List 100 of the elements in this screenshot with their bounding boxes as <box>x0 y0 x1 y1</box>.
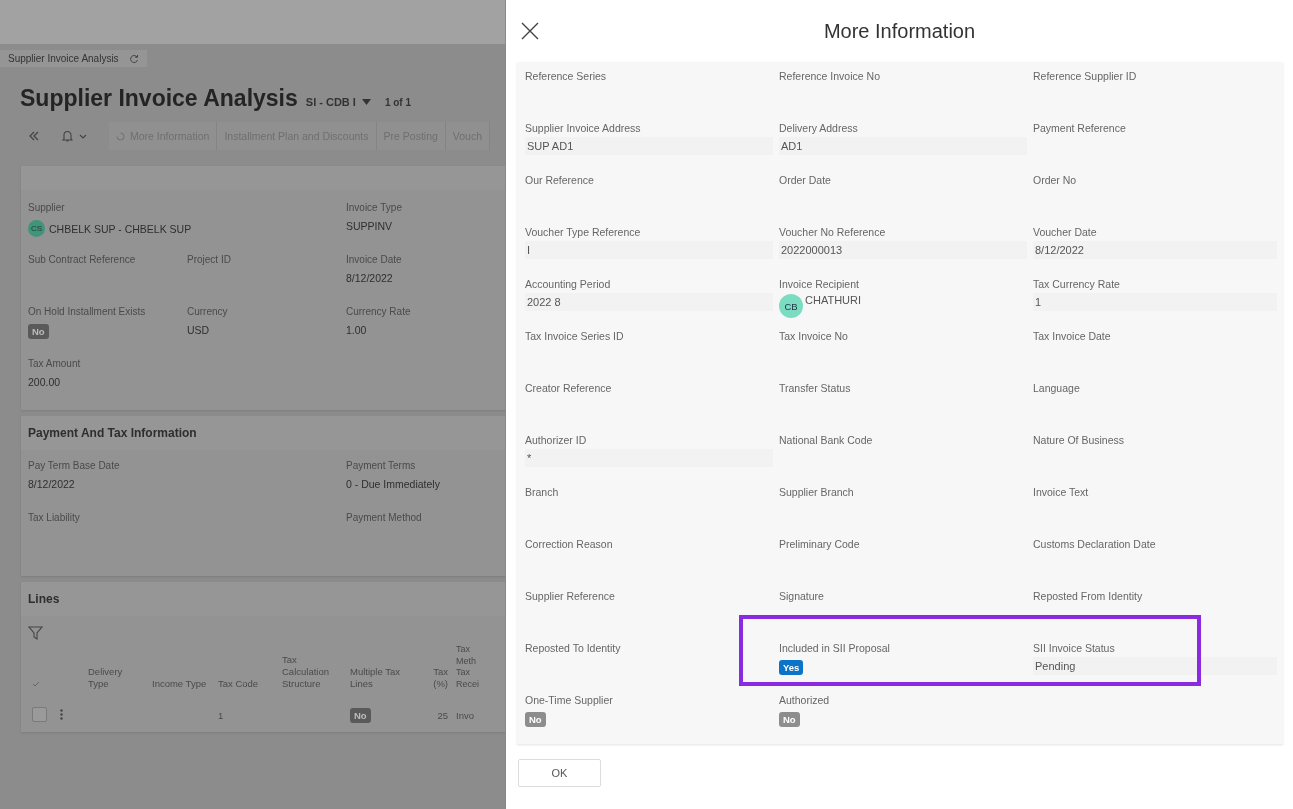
field-label: Reference Series <box>525 70 608 82</box>
field-label: Creator Reference <box>525 382 613 394</box>
field-label: Sub Contract Reference <box>28 253 137 265</box>
field-value: 8/12/2022 <box>1033 241 1277 259</box>
field-label: Accounting Period <box>525 278 612 290</box>
field-label: Payment Method <box>346 511 423 523</box>
field-label: Currency <box>187 305 229 317</box>
status-badge: No <box>350 707 371 723</box>
field-label: Language <box>1033 382 1081 394</box>
field-value: 1.00 <box>346 323 368 336</box>
field-label: Supplier Branch <box>779 486 855 498</box>
breadcrumb-tab[interactable]: Supplier Invoice Analysis <box>0 50 147 67</box>
field-label: On Hold Installment Exists <box>28 305 147 317</box>
field-label: Correction Reason <box>525 538 614 550</box>
field-label: Preliminary Code <box>779 538 861 550</box>
page-title: Supplier Invoice Analysis <box>20 85 298 112</box>
table-cell-text: 1 <box>217 708 225 723</box>
column-header[interactable]: Tax (%) <box>412 644 452 699</box>
field-label: Authorized <box>779 694 831 706</box>
field-label: Reference Invoice No <box>779 70 881 82</box>
column-header[interactable]: Income Type <box>148 644 214 699</box>
record-selector[interactable]: SI - CDB I <box>305 96 356 108</box>
dialog-title: More Information <box>822 19 977 43</box>
bell-icon[interactable] <box>62 130 73 142</box>
field-label: Order No <box>1033 174 1078 186</box>
avatar-icon: CS <box>28 220 45 237</box>
field-label: Reposted To Identity <box>525 642 622 654</box>
field-label: Reposted From Identity <box>1033 590 1144 602</box>
field-label: Supplier <box>28 201 66 213</box>
field-label: Included in SII Proposal <box>779 642 891 654</box>
field-label: Authorizer ID <box>525 434 588 446</box>
status-badge: No <box>28 324 49 339</box>
field-label: Reference Supplier ID <box>1033 70 1138 82</box>
field-label: Invoice Date <box>346 253 403 265</box>
field-label: Payment Reference <box>1033 122 1127 134</box>
field-label: Invoice Recipient <box>779 278 860 290</box>
field-label: Tax Amount <box>28 357 82 369</box>
field-label: Nature Of Business <box>1033 434 1126 446</box>
field-value: 2022 8 <box>525 293 773 311</box>
collapse-icon[interactable] <box>28 131 40 141</box>
field-label: Tax Currency Rate <box>1033 278 1121 290</box>
field-value: * <box>525 449 773 467</box>
field-label: Invoice Type <box>346 201 403 213</box>
field-label: Tax Invoice No <box>779 330 849 342</box>
field-label: Pay Term Base Date <box>28 459 121 471</box>
field-value: CHATHURI <box>805 294 861 306</box>
field-label: Signature <box>779 590 825 602</box>
field-label: Supplier Invoice Address <box>525 122 642 134</box>
field-label: Tax Liability <box>28 511 81 523</box>
field-value: I <box>525 241 773 259</box>
field-value: 8/12/2022 <box>28 477 76 490</box>
field-label: Branch <box>525 486 560 498</box>
caret-icon[interactable] <box>361 99 371 105</box>
table-cell-text: Invo <box>455 708 475 723</box>
column-header[interactable]: Tax Calculation Structure <box>278 644 346 699</box>
chevron-down-icon[interactable] <box>79 133 87 139</box>
field-label: SII Invoice Status <box>1033 642 1116 654</box>
field-value: 8/12/2022 <box>346 271 394 284</box>
field-value: 200.00 <box>28 375 62 388</box>
field-label: Voucher Date <box>1033 226 1098 238</box>
field-label: Customs Declaration Date <box>1033 538 1157 550</box>
close-button[interactable] <box>521 22 539 40</box>
section-title: Lines <box>21 582 505 616</box>
status-badge: No <box>779 712 800 727</box>
field-label: Voucher No Reference <box>779 226 887 238</box>
field-value: AD1 <box>779 137 1027 155</box>
field-value: SUPPINV <box>346 219 394 232</box>
field-label: Project ID <box>187 253 232 265</box>
check-icon[interactable] <box>32 681 40 688</box>
field-label: Order Date <box>779 174 832 186</box>
status-badge: Yes <box>779 660 804 675</box>
filter-icon[interactable] <box>28 626 43 640</box>
status-badge: No <box>525 712 546 727</box>
column-header[interactable]: Tax Code <box>214 644 278 699</box>
field-label: Transfer Status <box>779 382 852 394</box>
field-label: Currency Rate <box>346 305 412 317</box>
field-label: Invoice Text <box>1033 486 1090 498</box>
section-title: Payment And Tax Information <box>21 416 505 450</box>
field-label: Payment Terms <box>346 459 417 471</box>
row-checkbox[interactable] <box>32 706 47 722</box>
field-value: 0 - Due Immediately <box>346 477 441 490</box>
refresh-icon[interactable] <box>128 53 139 64</box>
field-label: Tax Invoice Series ID <box>525 330 625 342</box>
column-header[interactable]: Multiple Tax Lines <box>346 644 412 699</box>
field-label: Tax Invoice Date <box>1033 330 1112 342</box>
field-value: Pending <box>1033 657 1277 675</box>
ok-button[interactable]: OK <box>518 759 601 787</box>
column-header[interactable]: Delivery Type <box>84 644 148 699</box>
field-label: Our Reference <box>525 174 595 186</box>
loading-icon <box>116 131 125 141</box>
table-cell-text: 25 <box>436 708 449 723</box>
avatar-icon: CB <box>779 294 803 318</box>
field-value: CHBELK SUP - CHBELK SUP <box>49 222 192 235</box>
field-value: 1 <box>1033 293 1277 311</box>
field-value: 2022000013 <box>779 241 1027 259</box>
kebab-menu-icon[interactable] <box>60 708 63 720</box>
record-counter: 1 of 1 <box>384 97 412 108</box>
field-label: Voucher Type Reference <box>525 226 642 238</box>
column-header[interactable]: Tax Meth Tax Recei <box>452 644 482 699</box>
field-value: SUP AD1 <box>525 137 773 155</box>
